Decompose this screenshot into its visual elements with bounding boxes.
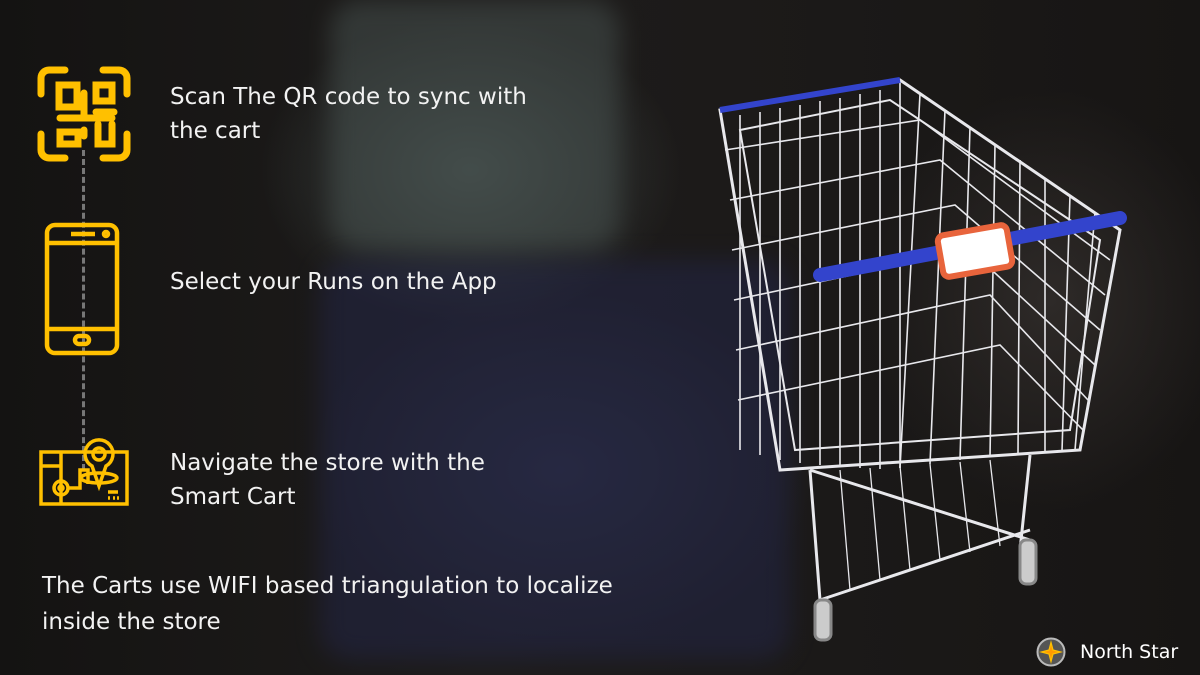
- step-text: Navigate the store with the: [170, 450, 485, 476]
- step-text: the cart: [170, 118, 261, 144]
- shopping-cart-image: [718, 77, 1127, 642]
- step-navigate: Navigate the store with the Smart Cart: [170, 446, 485, 514]
- step-text: Select your Runs on the App: [170, 269, 497, 295]
- compass-star-icon: [1036, 637, 1066, 667]
- store-map-pin-icon: [39, 438, 129, 506]
- brand-logo: North Star: [1036, 637, 1178, 667]
- qr-code-icon: [37, 66, 131, 162]
- note-text: inside the store: [42, 609, 221, 635]
- step-text: Scan The QR code to sync with: [170, 84, 527, 110]
- note-text: The Carts use WIFI based triangulation t…: [42, 573, 613, 599]
- localization-note: The Carts use WIFI based triangulation t…: [42, 568, 682, 640]
- step-select-runs: Select your Runs on the App: [170, 265, 497, 299]
- step-text: Smart Cart: [170, 484, 296, 510]
- brand-name: North Star: [1080, 641, 1179, 663]
- smartphone-icon: [44, 222, 120, 356]
- step-scan-qr: Scan The QR code to sync with the cart: [170, 80, 527, 148]
